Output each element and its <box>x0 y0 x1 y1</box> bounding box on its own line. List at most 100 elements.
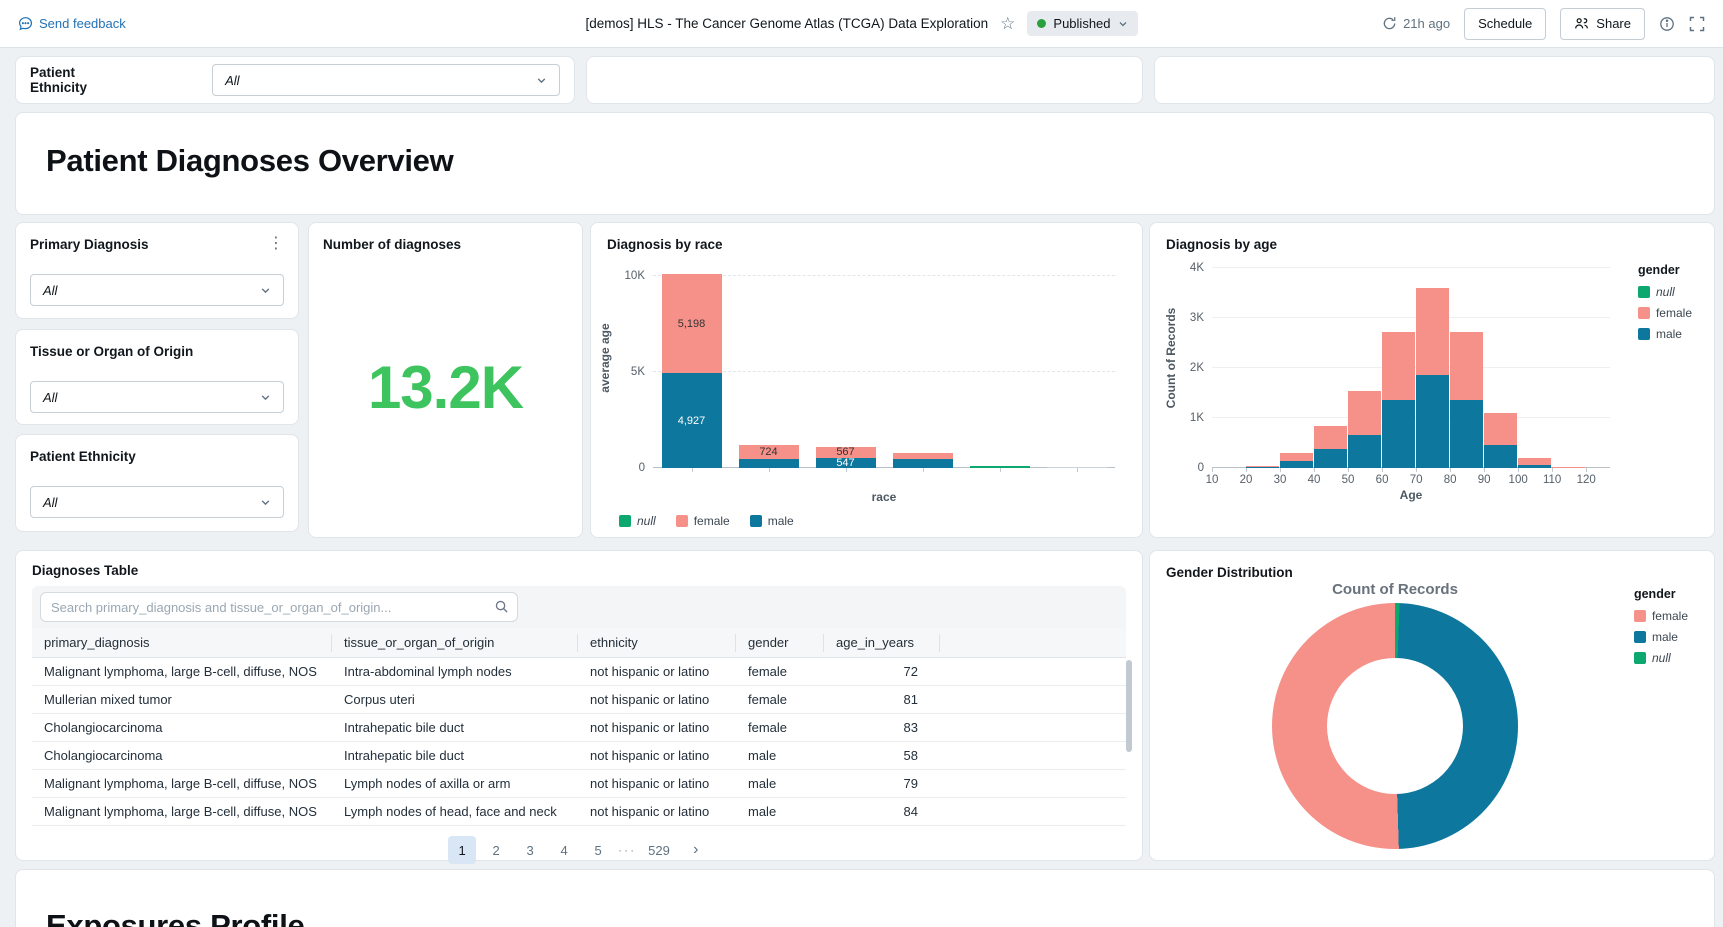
schedule-button[interactable]: Schedule <box>1464 8 1546 40</box>
page-button-2[interactable]: 2 <box>482 836 510 864</box>
table-cell: Cholangiocarcinoma <box>32 748 332 763</box>
legend-label: female <box>694 514 730 528</box>
age-bar-segment-male[interactable] <box>1280 461 1313 468</box>
refresh-status[interactable]: 21h ago <box>1382 16 1450 31</box>
number-of-diagnoses-card: Number of diagnoses 13.2K <box>308 222 583 538</box>
age-bar-segment-male[interactable] <box>1246 467 1279 468</box>
age-bar-segment-male[interactable] <box>1348 435 1381 468</box>
favorite-star-icon[interactable]: ☆ <box>1000 15 1015 32</box>
race-bar-segment-female[interactable]: 567 <box>816 447 876 458</box>
page-button-4[interactable]: 4 <box>550 836 578 864</box>
table-row[interactable]: Mullerian mixed tumorCorpus uterinot his… <box>32 686 1126 714</box>
share-button[interactable]: Share <box>1560 8 1645 40</box>
tissue-origin-dropdown[interactable]: All <box>30 381 284 413</box>
info-icon[interactable] <box>1659 16 1675 32</box>
page-ellipsis: ··· <box>618 843 636 857</box>
gender-distribution-card: Gender Distribution Count of Records gen… <box>1149 550 1715 861</box>
age-bar-segment-female[interactable] <box>1518 458 1551 465</box>
gender-chart-title: Gender Distribution <box>1166 565 1698 580</box>
race-legend: nullfemalemale <box>619 514 1126 528</box>
age-x-tick-label: 110 <box>1543 474 1561 486</box>
share-button-label: Share <box>1596 16 1631 31</box>
gender-legend-title: gender <box>1634 587 1688 601</box>
age-bar-segment-male[interactable] <box>1450 400 1483 468</box>
table-header-tissue_or_organ_of_origin[interactable]: tissue_or_organ_of_origin <box>332 634 578 652</box>
age-bar-segment-female[interactable] <box>1246 466 1279 467</box>
race-plot-area[interactable]: 05K10K4,9275,198724547567 <box>653 268 1115 468</box>
legend-swatch-null <box>619 515 631 527</box>
table-cell: Intrahepatic bile duct <box>332 720 578 735</box>
age-bar-segment-male[interactable] <box>1382 400 1415 468</box>
gender-donut-chart[interactable] <box>1272 603 1518 849</box>
age-x-tick <box>1586 468 1587 472</box>
table-header-primary_diagnosis[interactable]: primary_diagnosis <box>32 634 332 652</box>
race-bar-segment-male[interactable] <box>893 459 953 468</box>
legend-item-female: female <box>676 514 730 528</box>
table-row[interactable]: CholangiocarcinomaIntrahepatic bile duct… <box>32 742 1126 770</box>
table-header-ethnicity[interactable]: ethnicity <box>578 634 736 652</box>
diagnoses-table[interactable]: primary_diagnosistissue_or_organ_of_orig… <box>32 628 1126 826</box>
age-chart-title: Diagnosis by age <box>1166 237 1698 252</box>
table-header-gender[interactable]: gender <box>736 634 824 652</box>
page-button-last[interactable]: 529 <box>642 836 676 864</box>
age-bar-segment-female[interactable] <box>1484 413 1517 445</box>
table-cell: 83 <box>824 720 940 735</box>
age-bar-segment-female[interactable] <box>1416 288 1449 375</box>
age-plot-area[interactable]: 01K2K3K4K102030405060708090100110120 <box>1212 268 1610 468</box>
table-search-input[interactable] <box>40 592 518 622</box>
age-x-tick <box>1246 468 1247 472</box>
age-bar-segment-male[interactable] <box>1484 445 1517 469</box>
table-pagination: 12345 ··· 529› <box>32 836 1126 864</box>
table-cell: not hispanic or latino <box>578 664 736 679</box>
race-bar-segment-female[interactable]: 5,198 <box>662 274 722 374</box>
fullscreen-icon[interactable] <box>1689 16 1705 32</box>
page-button-1[interactable]: 1 <box>448 836 476 864</box>
legend-label: female <box>1652 609 1688 623</box>
age-bar-segment-female[interactable] <box>1552 467 1585 468</box>
race-bar-segment-female[interactable]: 724 <box>739 445 799 459</box>
table-cell: 72 <box>824 664 940 679</box>
kebab-menu-icon[interactable]: ⋮ <box>268 237 284 251</box>
patient-ethnicity-dropdown[interactable]: All <box>30 486 284 518</box>
table-row[interactable]: CholangiocarcinomaIntrahepatic bile duct… <box>32 714 1126 742</box>
age-bar-segment-female[interactable] <box>1382 332 1415 400</box>
send-feedback-link[interactable]: Send feedback <box>18 16 126 31</box>
legend-swatch-male <box>1634 631 1646 643</box>
race-bar-segment-male[interactable]: 547 <box>816 458 876 469</box>
page-button-5[interactable]: 5 <box>584 836 612 864</box>
top-filter-dropdown[interactable]: All <box>212 64 560 96</box>
race-gridline <box>653 275 1115 276</box>
publish-status-dropdown[interactable]: Published <box>1027 11 1137 36</box>
table-row[interactable]: Malignant lymphoma, large B-cell, diffus… <box>32 770 1126 798</box>
next-page-button[interactable]: › <box>682 836 710 864</box>
age-bar-segment-male[interactable] <box>1416 375 1449 468</box>
page-button-3[interactable]: 3 <box>516 836 544 864</box>
legend-swatch-null <box>1638 286 1650 298</box>
legend-swatch-female <box>1638 307 1650 319</box>
race-gridline <box>653 371 1115 372</box>
legend-swatch-null <box>1634 652 1646 664</box>
age-bar-segment-male[interactable] <box>1314 449 1347 468</box>
age-x-tick-label: 10 <box>1206 474 1219 486</box>
table-cell: male <box>736 748 824 763</box>
published-dot-icon <box>1037 19 1046 28</box>
race-x-tick <box>1000 468 1001 472</box>
age-bar-segment-female[interactable] <box>1450 332 1483 400</box>
table-header-row: primary_diagnosistissue_or_organ_of_orig… <box>32 628 1126 658</box>
table-scrollbar[interactable] <box>1126 660 1132 752</box>
race-bar-segment-female[interactable] <box>893 453 953 459</box>
primary-diagnosis-dropdown[interactable]: All <box>30 274 284 306</box>
age-bar-segment-female[interactable] <box>1348 391 1381 436</box>
filter-label: Primary Diagnosis <box>30 237 149 252</box>
age-x-tick <box>1212 468 1213 472</box>
race-bar-segment-male[interactable] <box>739 459 799 468</box>
table-header-age_in_years[interactable]: age_in_years <box>824 634 940 652</box>
table-row[interactable]: Malignant lymphoma, large B-cell, diffus… <box>32 658 1126 686</box>
chevron-down-icon <box>260 497 271 508</box>
overview-header-card: Patient Diagnoses Overview <box>15 112 1715 215</box>
age-bar-segment-male[interactable] <box>1518 465 1551 468</box>
table-row[interactable]: Malignant lymphoma, large B-cell, diffus… <box>32 798 1126 826</box>
age-bar-segment-female[interactable] <box>1314 426 1347 450</box>
race-bar-segment-male[interactable]: 4,927 <box>662 373 722 468</box>
age-bar-segment-female[interactable] <box>1280 453 1313 461</box>
